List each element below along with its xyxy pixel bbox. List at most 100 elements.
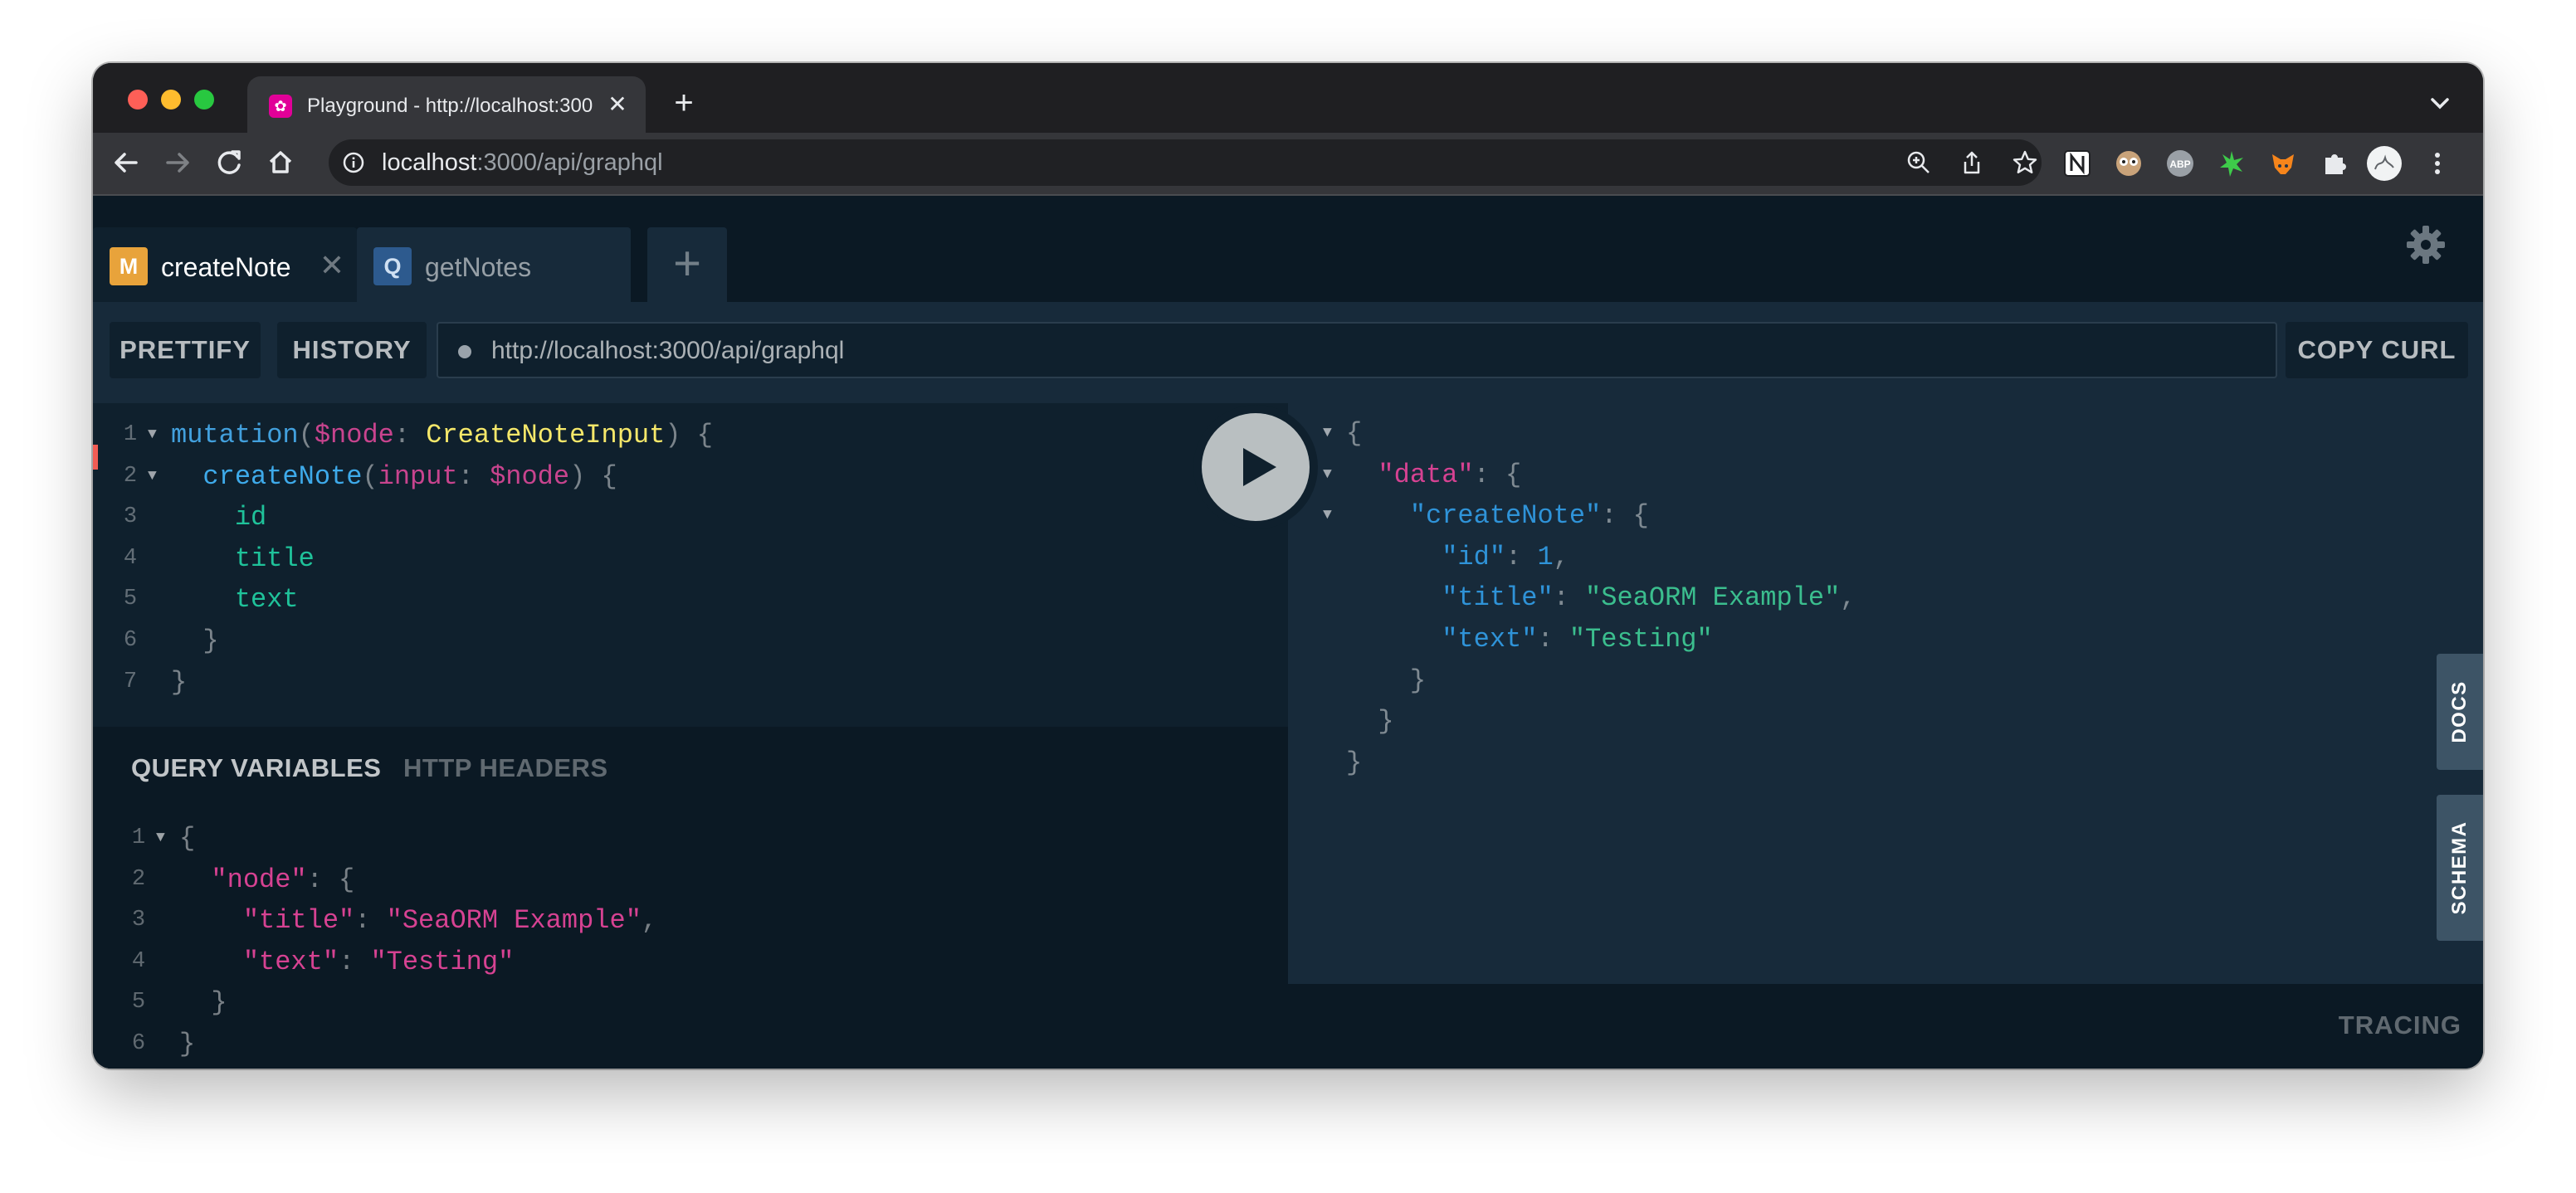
window-maximize-button[interactable] — [194, 90, 214, 110]
query-badge: Q — [373, 247, 412, 285]
fold-arrow-icon[interactable]: ▼ — [1323, 495, 1332, 536]
reload-icon[interactable] — [211, 144, 247, 181]
profile-avatar[interactable] — [2367, 146, 2402, 181]
play-icon — [1243, 448, 1276, 486]
share-icon[interactable] — [1959, 149, 1985, 176]
code-token: "SeaORM Example" — [386, 905, 642, 937]
code-token: , — [1840, 582, 1856, 614]
code-token: : { — [306, 864, 355, 895]
code-text: "title": "SeaORM Example", — [1346, 577, 1856, 618]
notion-icon[interactable] — [2060, 146, 2095, 181]
code-line: 7} — [93, 662, 1288, 703]
puzzle-extensions-icon[interactable] — [2317, 146, 2352, 181]
result-viewer: ▼{▼ "data": {▼ "createNote": { "id": 1, … — [1288, 403, 2483, 984]
window-close-button[interactable] — [128, 90, 148, 110]
browser-tab-active[interactable]: ✿ Playground - http://localhost:3000/api… — [247, 76, 646, 133]
history-button[interactable]: HISTORY — [277, 322, 427, 378]
code-token: , — [1553, 541, 1569, 572]
owl-extension-icon[interactable] — [2111, 146, 2146, 181]
fold-arrow-icon[interactable]: ▼ — [1323, 455, 1332, 495]
copy-curl-button[interactable]: COPY CURL — [2286, 322, 2468, 378]
new-tab-button[interactable]: + — [666, 85, 702, 121]
code-token: "Testing" — [370, 946, 515, 977]
adblock-plus-icon[interactable]: ABP — [2163, 146, 2198, 181]
browser-tabstrip: ✿ Playground - http://localhost:3000/api… — [93, 63, 2483, 133]
browser-tab-close-icon[interactable]: ✕ — [604, 91, 631, 118]
forward-arrow-icon[interactable] — [159, 144, 196, 181]
code-text: "text": "Testing" — [1346, 619, 1713, 660]
add-tab-button[interactable]: + — [647, 227, 727, 302]
code-line: 6 } — [93, 621, 1288, 661]
tab-http-headers[interactable]: HTTP HEADERS — [403, 752, 608, 785]
code-text: } — [179, 1024, 195, 1064]
metamask-icon[interactable] — [2266, 146, 2300, 181]
code-line: 4 title — [93, 538, 1288, 579]
tab-createnote[interactable]: M createNote ✕ — [93, 227, 357, 302]
code-token: "text" — [1442, 624, 1538, 655]
code-line: "id": 1, — [1288, 537, 2483, 577]
code-line: } — [1288, 743, 2483, 783]
url-host: localhost — [382, 149, 477, 176]
tab-label: getNotes — [425, 252, 532, 282]
code-text: } — [1346, 743, 1362, 783]
variables-editor[interactable]: 1 ▼{2 "node": {3 "title": "SeaORM Example… — [93, 818, 1288, 1067]
code-token: "title" — [1442, 582, 1554, 614]
graphql-favicon-icon: ✿ — [269, 95, 292, 118]
code-token: title — [234, 543, 315, 574]
tracing-button[interactable]: TRACING — [2339, 1009, 2461, 1042]
fold-arrow-icon[interactable]: ▼ — [148, 456, 157, 497]
code-token: } — [1346, 747, 1363, 778]
code-token: "Testing" — [1569, 624, 1713, 655]
endpoint-input[interactable]: http://localhost:3000/api/graphql — [437, 322, 2277, 378]
code-token: CreateNoteInput — [426, 420, 666, 450]
line-number: 5 — [123, 587, 138, 612]
tab-search-chevron-icon[interactable] — [2422, 85, 2458, 121]
code-line: 2 ▼ createNote(input: $node) { — [93, 456, 1288, 497]
schema-tab[interactable]: SCHEMA — [2437, 795, 2483, 941]
prettify-button[interactable]: PRETTIFY — [110, 322, 261, 378]
fold-arrow-icon[interactable]: ▼ — [1323, 413, 1332, 454]
gear-icon[interactable] — [2403, 222, 2448, 267]
docs-tab[interactable]: DOCS — [2437, 654, 2483, 770]
window-minimize-button[interactable] — [161, 90, 181, 110]
chrome-menu-icon[interactable] — [2420, 146, 2455, 181]
run-query-button[interactable] — [1193, 405, 1318, 529]
code-token: } — [211, 987, 227, 1019]
code-line: 3 id — [93, 497, 1288, 538]
address-bar[interactable]: localhost:3000/api/graphql — [329, 139, 2042, 186]
fold-arrow-icon[interactable]: ▼ — [156, 818, 165, 859]
variables-panel: QUERY VARIABLES HTTP HEADERS 1 ▼ {2 "node"… — [93, 727, 1288, 1069]
close-tab-icon[interactable]: ✕ — [315, 249, 349, 282]
site-info-icon[interactable] — [342, 151, 365, 174]
code-token: ) { — [569, 460, 617, 492]
line-number: 2 — [123, 463, 138, 489]
query-editor[interactable]: 1 ▼ mutation($node: CreateNoteInput) {2 ▼ c… — [93, 403, 1288, 727]
bookmark-star-icon[interactable] — [2012, 149, 2038, 176]
code-token: { — [1346, 418, 1363, 449]
code-token: : — [1537, 624, 1569, 655]
code-token: "createNote" — [1409, 500, 1602, 532]
code-token: } — [171, 666, 188, 698]
code-token: , — [641, 905, 658, 937]
code-text: createNote(input: $node) { — [171, 456, 617, 497]
back-arrow-icon[interactable] — [108, 144, 144, 181]
tab-query-variables[interactable]: QUERY VARIABLES — [131, 752, 381, 785]
line-number: 7 — [123, 669, 138, 694]
zoom-icon[interactable] — [1905, 149, 1932, 176]
line-number: 6 — [123, 628, 138, 653]
mutation-badge: M — [110, 247, 148, 285]
green-star-extension-icon[interactable] — [2214, 146, 2249, 181]
fold-arrow-icon[interactable]: ▼ — [148, 415, 157, 455]
browser-toolbar: localhost:3000/api/graphql ABP — [93, 133, 2483, 194]
code-token: } — [1409, 665, 1427, 696]
home-icon[interactable] — [262, 144, 299, 181]
line-number: 6 — [131, 1031, 146, 1056]
schema-tab-label: SCHEMA — [2448, 820, 2471, 915]
tab-getnotes[interactable]: Q getNotes — [357, 227, 631, 302]
code-text: } — [171, 662, 187, 703]
code-text: } — [171, 621, 218, 661]
